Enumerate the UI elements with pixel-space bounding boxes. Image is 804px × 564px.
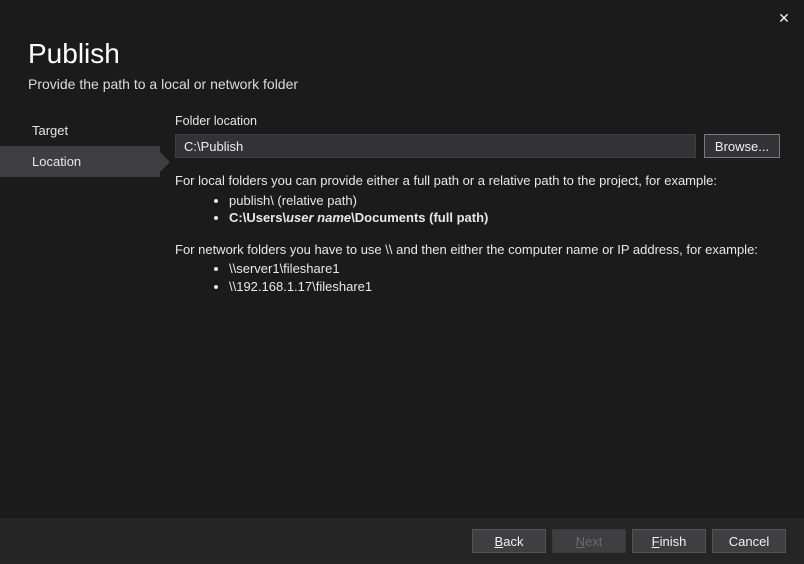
sidebar: Target Location	[0, 115, 160, 177]
sidebar-item-label: Target	[32, 123, 68, 138]
footer: Back Next Finish Cancel	[0, 518, 804, 564]
back-button[interactable]: Back	[472, 529, 546, 553]
next-button: Next	[552, 529, 626, 553]
example-relative: publish\ (relative path)	[229, 192, 780, 210]
folder-location-input[interactable]	[175, 134, 696, 158]
example-server: \\server1\fileshare1	[229, 260, 780, 278]
sidebar-item-location[interactable]: Location	[0, 146, 160, 177]
sidebar-item-target[interactable]: Target	[0, 115, 160, 146]
close-icon[interactable]: ✕	[774, 8, 794, 28]
page-subtitle: Provide the path to a local or network f…	[28, 76, 298, 92]
main-content: Folder location Browse... For local fold…	[175, 114, 780, 309]
sidebar-item-label: Location	[32, 154, 81, 169]
cancel-button[interactable]: Cancel	[712, 529, 786, 553]
example-ip: \\192.168.1.17\fileshare1	[229, 278, 780, 296]
page-title: Publish	[28, 38, 120, 70]
browse-button[interactable]: Browse...	[704, 134, 780, 158]
folder-location-label: Folder location	[175, 114, 780, 128]
help-text: For local folders you can provide either…	[175, 172, 780, 295]
finish-button[interactable]: Finish	[632, 529, 706, 553]
example-full: C:\Users\user name\Documents (full path)	[229, 209, 780, 227]
